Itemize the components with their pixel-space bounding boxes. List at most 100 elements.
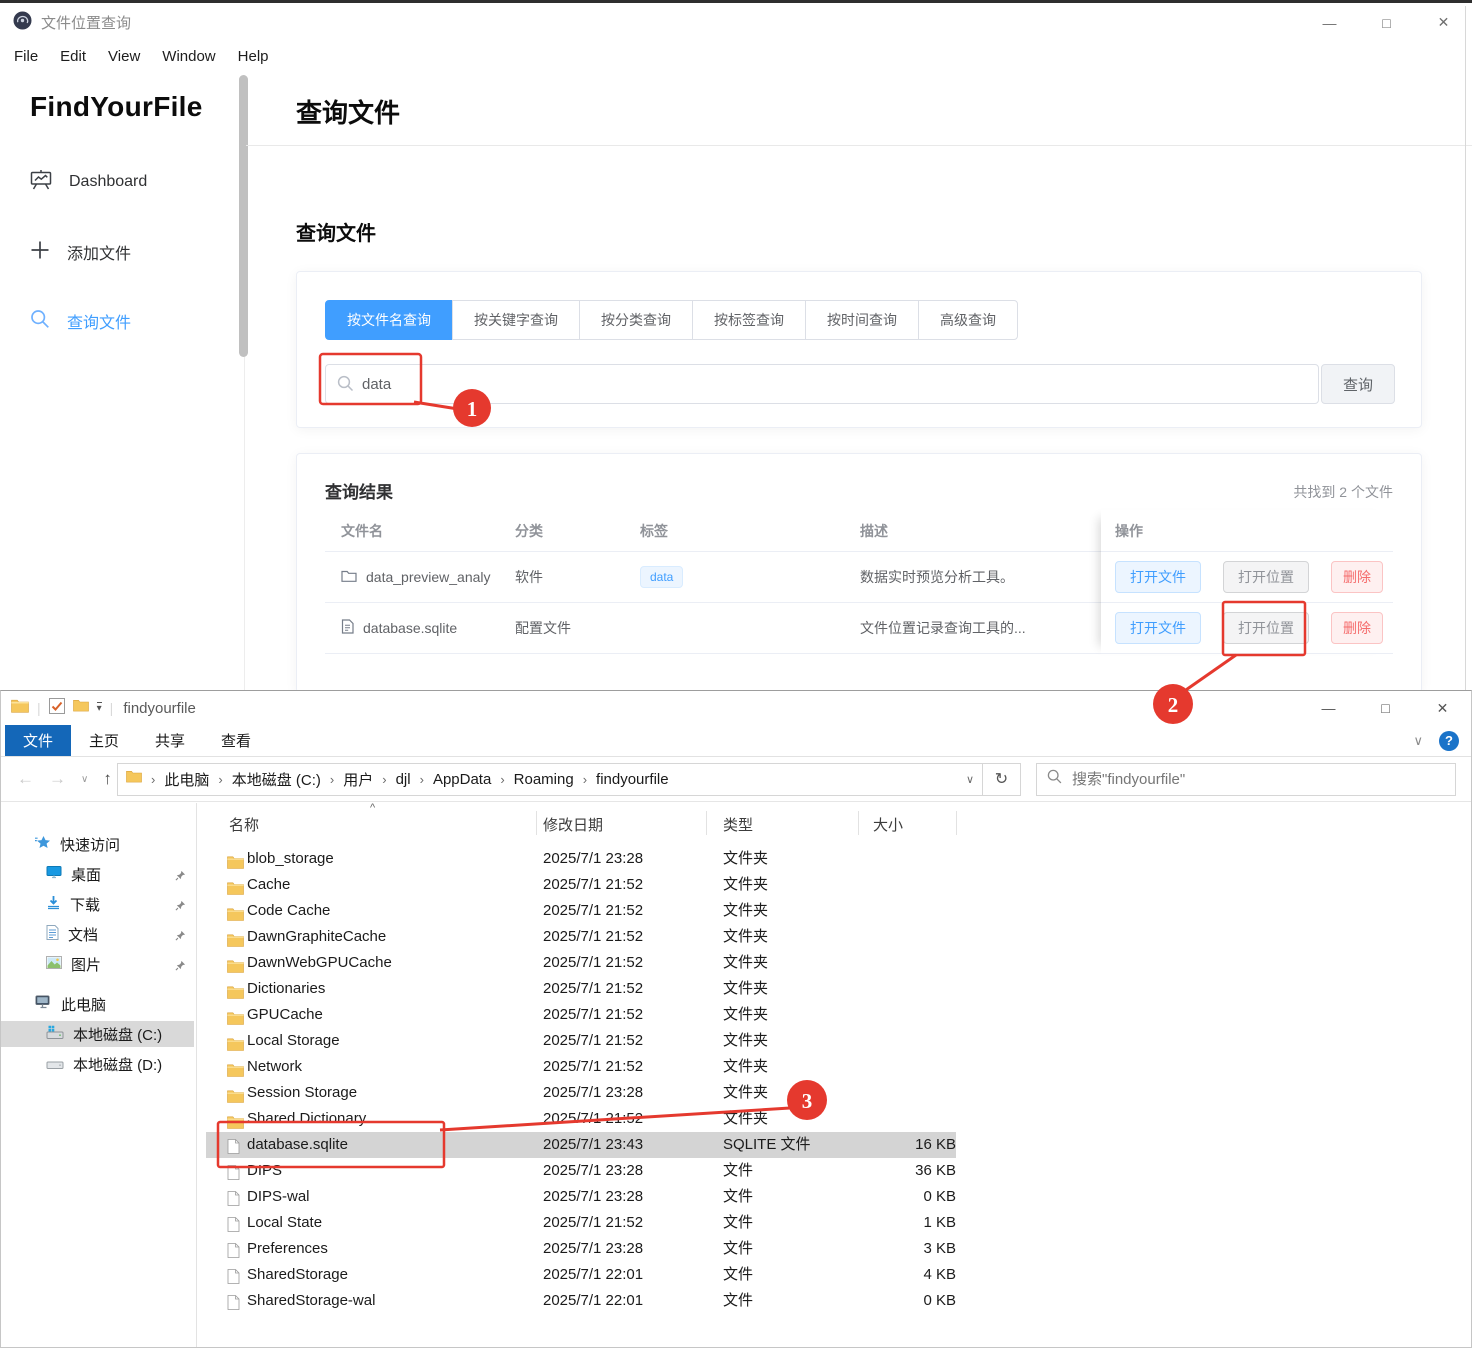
pin-icon [175, 928, 186, 945]
tab-advanced[interactable]: 高级查询 [918, 300, 1018, 340]
tab-by-filename[interactable]: 按文件名查询 [325, 300, 453, 340]
breadcrumb-findyourfile[interactable]: findyourfile [596, 771, 669, 788]
app-scrollbar-track[interactable] [1465, 6, 1466, 693]
menu-file[interactable]: File [14, 48, 38, 65]
menu-view[interactable]: View [108, 48, 140, 65]
breadcrumb-separator: › [498, 772, 506, 787]
sidebar-label: 桌面 [71, 864, 101, 885]
new-folder-icon[interactable] [73, 699, 89, 717]
maximize-button[interactable]: □ [1357, 691, 1414, 725]
menu-help[interactable]: Help [238, 48, 269, 65]
sidebar-label: 本地磁盘 (C:) [73, 1024, 162, 1045]
minimize-button[interactable]: — [1300, 691, 1357, 725]
forward-icon[interactable]: → [49, 769, 66, 789]
recent-locations-icon[interactable]: ∨ [81, 774, 88, 785]
breadcrumb-djl[interactable]: djl [396, 771, 411, 788]
tab-by-time[interactable]: 按时间查询 [805, 300, 919, 340]
file-row[interactable]: Dictionaries2025/7/1 21:52文件夹 [198, 976, 1467, 1002]
file-row[interactable]: DawnGraphiteCache2025/7/1 21:52文件夹 [198, 924, 1467, 950]
tab-by-category[interactable]: 按分类查询 [579, 300, 693, 340]
refresh-icon[interactable]: ↻ [983, 763, 1021, 796]
tab-by-tag[interactable]: 按标签查询 [692, 300, 806, 340]
menu-edit[interactable]: Edit [60, 48, 86, 65]
ribbon-tab-home[interactable]: 主页 [71, 725, 137, 756]
address-dropdown-icon[interactable]: ∨ [966, 773, 974, 786]
pictures-icon [46, 956, 62, 973]
sidebar-this-pc[interactable]: 此电脑 [1, 991, 194, 1017]
file-row[interactable]: Cache2025/7/1 21:52文件夹 [198, 872, 1467, 898]
menu-window[interactable]: Window [162, 48, 215, 65]
col-name[interactable]: 名称 [229, 814, 259, 835]
breadcrumb-appdata[interactable]: AppData [433, 771, 491, 788]
file-row[interactable]: Shared Dictionary2025/7/1 21:52文件夹 [198, 1106, 1467, 1132]
separator: | [37, 700, 41, 716]
file-row[interactable]: Code Cache2025/7/1 21:52文件夹 [198, 898, 1467, 924]
open-location-button[interactable]: 打开位置 [1223, 612, 1309, 644]
file-row[interactable]: Preferences2025/7/1 23:28文件3 KB [198, 1236, 1467, 1262]
col-type[interactable]: 类型 [723, 814, 753, 835]
results-count: 共找到 2 个文件 [1293, 482, 1393, 502]
close-button[interactable]: ✕ [1414, 691, 1471, 725]
address-folder-icon [126, 770, 142, 788]
file-row[interactable]: SharedStorage-wal2025/7/1 22:01文件0 KB [198, 1288, 1467, 1314]
collapse-ribbon-icon[interactable]: ∨ [1413, 733, 1423, 749]
sidebar-desktop[interactable]: 桌面 [1, 861, 194, 887]
sidebar-item-query-file[interactable]: 查询文件 [30, 307, 131, 335]
ribbon-tab-file[interactable]: 文件 [5, 725, 71, 756]
query-tabbar: 按文件名查询 按关键字查询 按分类查询 按标签查询 按时间查询 高级查询 [325, 300, 1018, 340]
quick-access-star-icon [35, 835, 51, 854]
address-bar[interactable]: › 此电脑 › 本地磁盘 (C:) › 用户 › djl › AppData ›… [117, 763, 983, 796]
help-icon[interactable]: ? [1439, 731, 1459, 751]
sidebar-drive-d[interactable]: 本地磁盘 (D:) [1, 1051, 194, 1077]
file-row[interactable]: Network2025/7/1 21:52文件夹 [198, 1054, 1467, 1080]
sidebar-item-dashboard[interactable]: Dashboard [30, 168, 147, 196]
file-row-selected[interactable]: database.sqlite2025/7/1 23:43SQLITE 文件16… [198, 1132, 1467, 1158]
file-row[interactable]: blob_storage2025/7/1 23:28文件夹 [198, 846, 1467, 872]
quick-access-toolbar-dropdown-icon[interactable]: ▾ [97, 702, 102, 714]
page-title: 查询文件 [296, 93, 400, 130]
sidebar-pictures[interactable]: 图片 [1, 951, 194, 977]
sidebar-quick-access[interactable]: 快速访问 [1, 831, 194, 857]
query-button[interactable]: 查询 [1321, 364, 1395, 404]
back-icon[interactable]: ← [17, 769, 34, 789]
explorer-search-input[interactable] [1072, 771, 1445, 788]
app-logo: FindYourFile [30, 91, 203, 123]
filename-search-input[interactable] [325, 364, 1319, 404]
file-list: ^ 名称 修改日期 类型 大小 blob_storage2025/7/1 23:… [198, 803, 1471, 1347]
file-row[interactable]: Local Storage2025/7/1 21:52文件夹 [198, 1028, 1467, 1054]
properties-check-icon[interactable] [49, 698, 65, 719]
file-row[interactable]: DIPS2025/7/1 23:28文件36 KB [198, 1158, 1467, 1184]
open-location-button[interactable]: 打开位置 [1223, 561, 1309, 593]
breadcrumb-roaming[interactable]: Roaming [514, 771, 574, 788]
sidebar-documents[interactable]: 文档 [1, 921, 194, 947]
file-row[interactable]: DIPS-wal2025/7/1 23:28文件0 KB [198, 1184, 1467, 1210]
sidebar-drive-c[interactable]: 本地磁盘 (C:) [1, 1021, 194, 1047]
close-button[interactable]: ✕ [1415, 6, 1472, 39]
up-icon[interactable]: ↑ [103, 769, 112, 789]
file-row[interactable]: Local State2025/7/1 21:52文件1 KB [198, 1210, 1467, 1236]
col-size[interactable]: 大小 [873, 814, 903, 835]
tab-by-keyword[interactable]: 按关键字查询 [452, 300, 580, 340]
col-date-modified[interactable]: 修改日期 [543, 814, 603, 835]
breadcrumb-users[interactable]: 用户 [343, 769, 373, 790]
sidebar-downloads[interactable]: 下载 [1, 891, 194, 917]
sidebar-item-add-file[interactable]: 添加文件 [30, 238, 131, 266]
file-row[interactable]: Session Storage2025/7/1 23:28文件夹 [198, 1080, 1467, 1106]
app-window: 文件位置查询 — □ ✕ File Edit View Window Help … [0, 0, 1472, 690]
breadcrumb-drive-c[interactable]: 本地磁盘 (C:) [232, 769, 321, 790]
ribbon-tab-share[interactable]: 共享 [137, 725, 203, 756]
explorer-search-box [1036, 763, 1456, 796]
file-row[interactable]: DawnWebGPUCache2025/7/1 21:52文件夹 [198, 950, 1467, 976]
delete-button[interactable]: 删除 [1331, 612, 1383, 644]
breadcrumb-this-pc[interactable]: 此电脑 [164, 769, 209, 790]
delete-button[interactable]: 删除 [1331, 561, 1383, 593]
ribbon-tab-view[interactable]: 查看 [203, 725, 269, 756]
open-file-button[interactable]: 打开文件 [1115, 561, 1201, 593]
file-row[interactable]: GPUCache2025/7/1 21:52文件夹 [198, 1002, 1467, 1028]
minimize-button[interactable]: — [1301, 6, 1358, 39]
maximize-button[interactable]: □ [1358, 6, 1415, 39]
result-category: 软件 [515, 567, 640, 587]
open-file-button[interactable]: 打开文件 [1115, 612, 1201, 644]
file-row[interactable]: SharedStorage2025/7/1 22:01文件4 KB [198, 1262, 1467, 1288]
sidebar-label: 下载 [70, 894, 100, 915]
